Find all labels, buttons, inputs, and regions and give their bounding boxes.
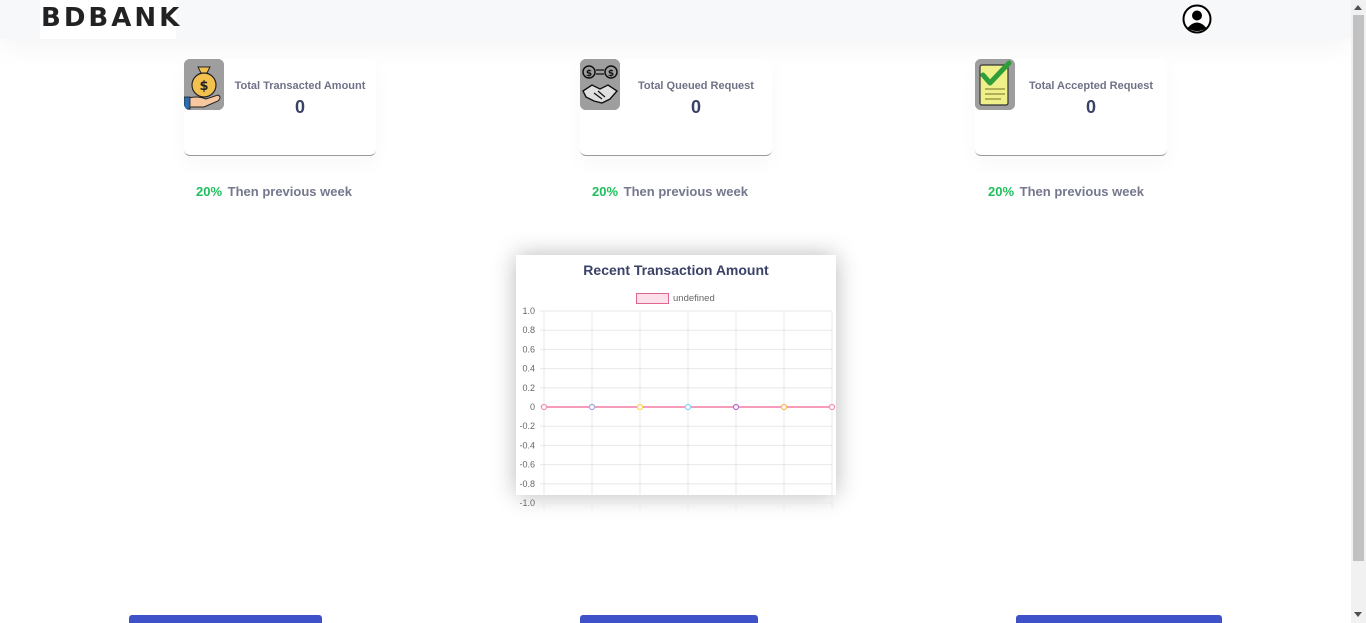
handshake-exchange-icon: $ $ (580, 59, 620, 110)
scroll-down-arrow-icon[interactable] (1354, 612, 1362, 617)
y-tick-label: -0.4 (519, 440, 535, 450)
svg-text:$: $ (586, 69, 592, 79)
bottom-action-button-1[interactable] (129, 615, 322, 623)
bottom-action-button-3[interactable] (1016, 615, 1222, 623)
recent-transaction-chart: Recent Transaction Amount undefined 1.0 0.8… (519, 262, 836, 509)
stat-footer-queued: 20% Then previous week (592, 184, 748, 199)
stat-footer-accepted: 20% Then previous week (988, 184, 1144, 199)
chart-title: Recent Transaction Amount (583, 262, 769, 278)
data-point (780, 403, 788, 411)
data-point (732, 403, 740, 411)
y-tick-label: 0 (530, 402, 535, 412)
brand-logo[interactable]: BDBANK (40, 0, 179, 39)
change-text: Then previous week (1019, 184, 1144, 199)
svg-text:$: $ (199, 79, 208, 94)
data-point (828, 403, 836, 411)
stat-card-accepted: Total Accepted Request 0 (975, 59, 1167, 156)
stat-label: Total Queued Request (638, 80, 754, 92)
stat-label: Total Transacted Amount (234, 80, 366, 92)
data-point (636, 403, 644, 411)
stat-card-queued: $ $ Total Queued Request 0 (580, 59, 772, 156)
scroll-up-arrow-icon[interactable] (1354, 5, 1362, 10)
y-tick-label: 0.2 (522, 383, 535, 393)
vertical-scrollbar[interactable] (1351, 0, 1366, 623)
stat-label: Total Accepted Request (1028, 80, 1154, 92)
bottom-action-button-2[interactable] (580, 615, 758, 623)
change-percent: 20% (988, 184, 1015, 199)
legend-swatch (636, 293, 669, 304)
y-tick-label: -0.8 (519, 479, 535, 489)
top-navbar: BDBANK (0, 0, 1351, 39)
data-point (540, 403, 548, 411)
user-circle-icon[interactable] (1182, 4, 1212, 34)
money-bag-hand-icon: $ (184, 59, 224, 110)
stat-value: 0 (294, 97, 305, 117)
data-point (684, 403, 692, 411)
stat-card-transacted: $ Total Transacted Amount 0 (184, 59, 376, 156)
stat-value: 0 (1085, 97, 1096, 117)
y-tick-label: 1.0 (522, 306, 535, 316)
y-tick-label: -1.0 (519, 498, 535, 508)
change-text: Then previous week (623, 184, 748, 199)
stat-value: 0 (690, 97, 701, 117)
scrollbar-thumb[interactable] (1353, 15, 1364, 561)
change-text: Then previous week (227, 184, 352, 199)
data-point (588, 403, 596, 411)
change-percent: 20% (592, 184, 619, 199)
change-percent: 20% (196, 184, 223, 199)
legend-label: undefined (673, 293, 715, 304)
y-tick-label: 0.8 (522, 325, 535, 335)
svg-text:$: $ (608, 69, 614, 79)
checklist-icon (975, 59, 1015, 110)
y-tick-label: -0.2 (519, 421, 535, 431)
y-tick-label: 0.4 (522, 364, 535, 374)
y-tick-label: 0.6 (522, 344, 535, 354)
y-tick-label: -0.6 (519, 460, 535, 470)
stat-footer-transacted: 20% Then previous week (196, 184, 352, 199)
